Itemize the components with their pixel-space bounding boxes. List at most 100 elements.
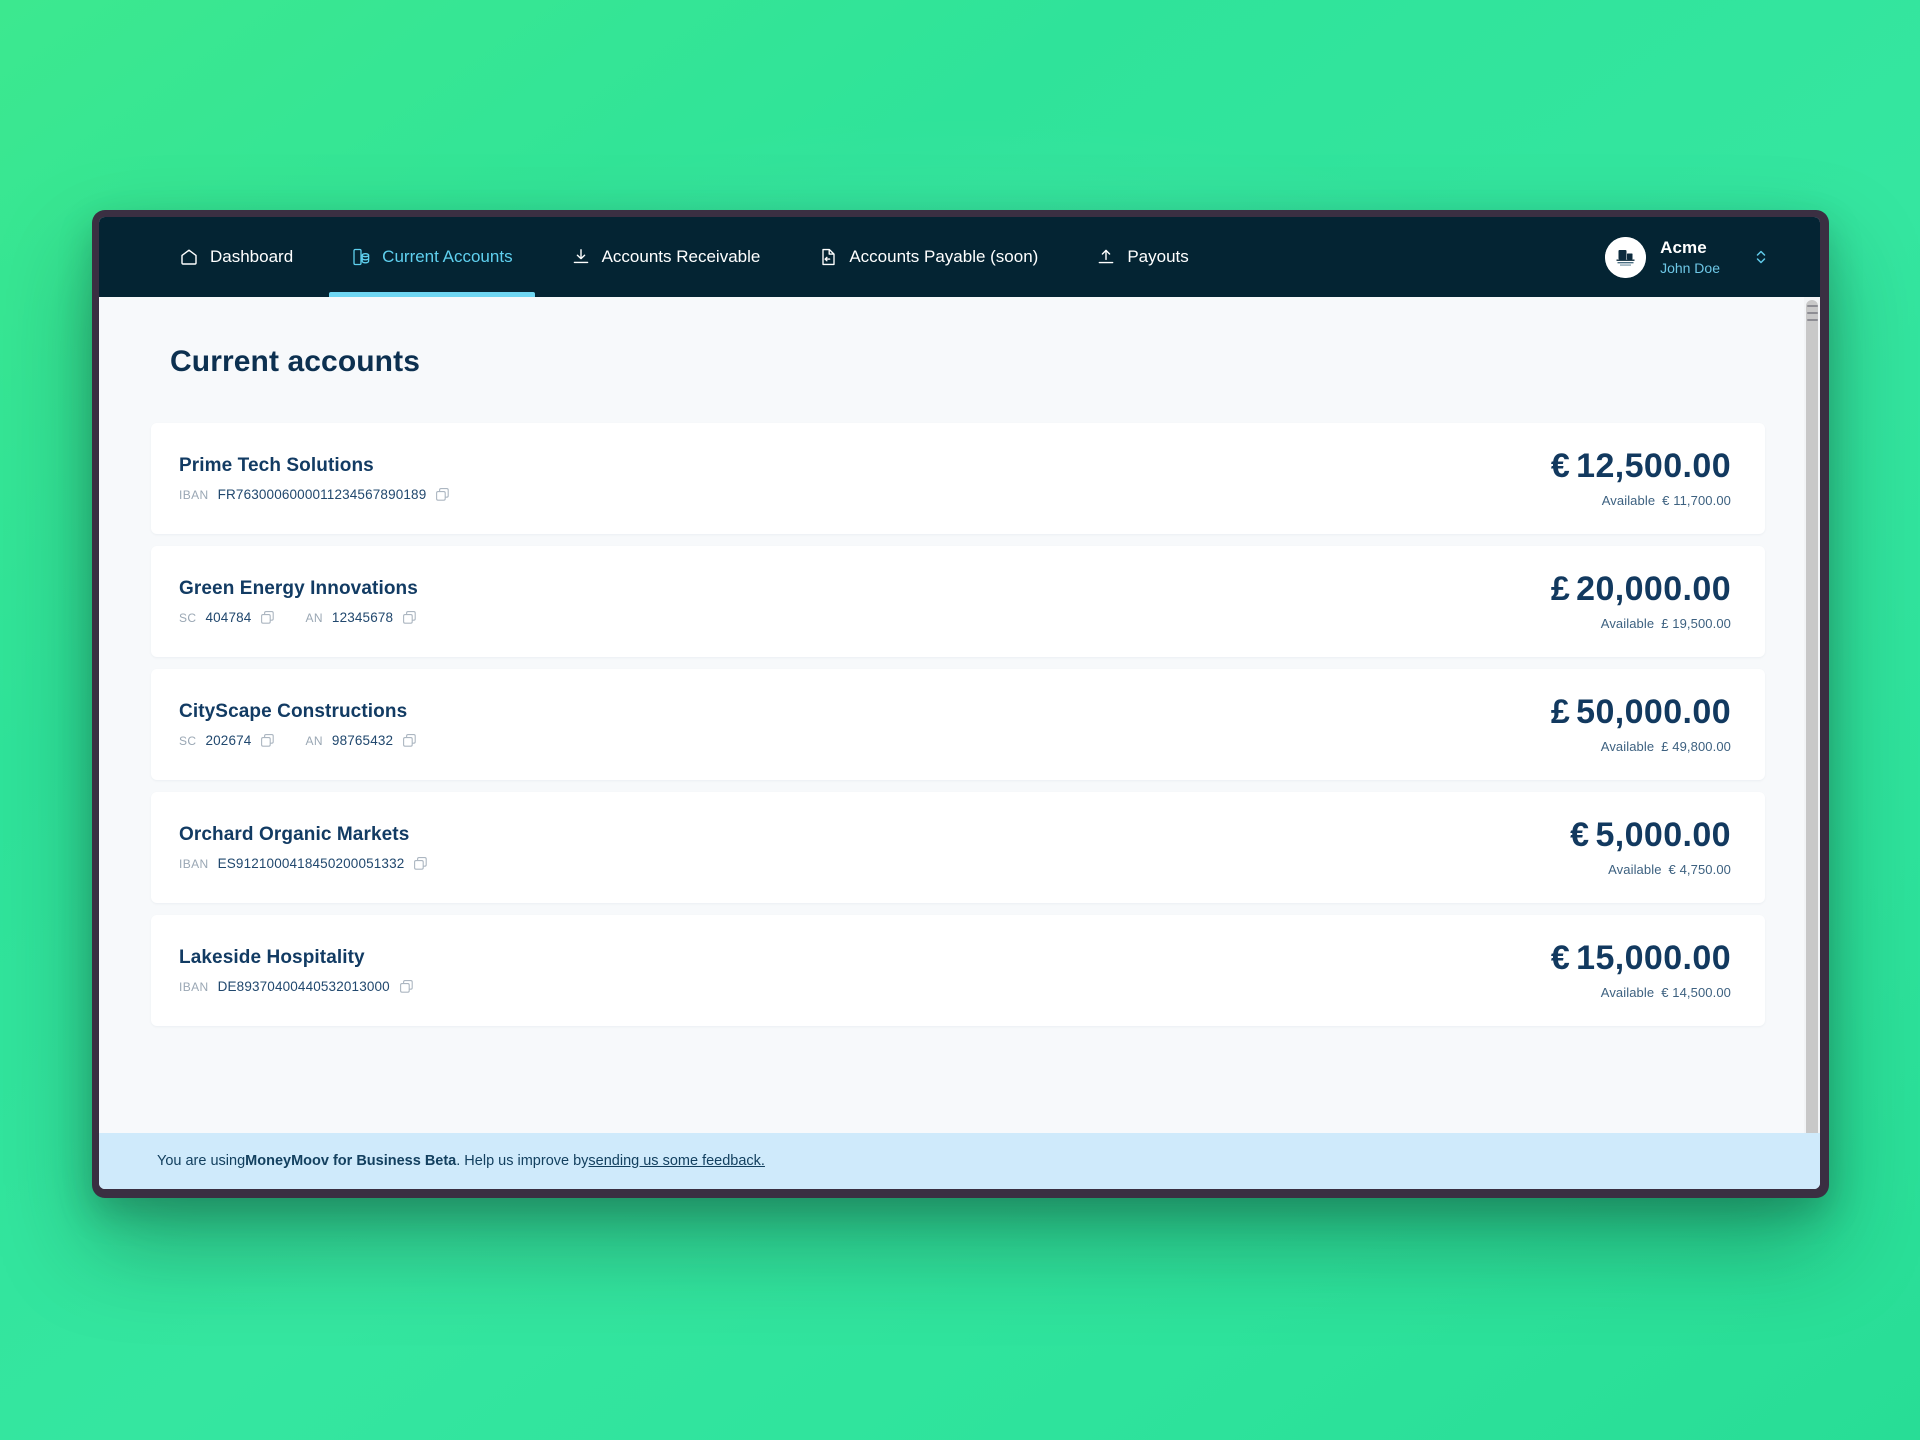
available-label: Available — [1608, 862, 1662, 878]
nav-item-label: Current Accounts — [382, 247, 513, 266]
chevron-updown-icon[interactable] — [1754, 246, 1768, 268]
identifier-group: IBAN DE89370400440532013000 — [179, 979, 414, 994]
accounts-icon — [351, 247, 371, 267]
nav-item-label: Accounts Receivable — [601, 247, 761, 266]
vertical-scrollbar[interactable] — [1804, 297, 1820, 1133]
account-card[interactable]: Prime Tech Solutions IBAN FR763000600001… — [151, 423, 1765, 534]
available-amount: 19,500.00 — [1672, 616, 1731, 632]
available-currency: £ — [1661, 739, 1669, 755]
identifier-label: SC — [179, 610, 197, 625]
balance-amount: 15,000.00 — [1576, 938, 1731, 977]
account-details: Green Energy Innovations SC 404784 AN 12… — [179, 578, 1551, 625]
document-icon — [818, 247, 838, 267]
balance-currency: £ — [1550, 569, 1571, 608]
account-identifiers: IBAN FR7630006000011234567890189 — [179, 487, 1551, 502]
download-icon — [571, 247, 591, 267]
identifier-label: SC — [179, 733, 197, 748]
identifier-group: IBAN FR7630006000011234567890189 — [179, 487, 450, 502]
profile-text: Acme John Doe — [1660, 237, 1720, 278]
account-balance: €12,500.00 — [1550, 446, 1731, 485]
account-card[interactable]: CityScape Constructions SC 202674 AN 987… — [151, 669, 1765, 780]
copy-icon[interactable] — [413, 856, 428, 871]
top-navigation-bar: Dashboard Current Accounts Accounts Rece… — [99, 217, 1820, 297]
nav-item-label: Dashboard — [210, 247, 294, 266]
app-window-content: Dashboard Current Accounts Accounts Rece… — [99, 217, 1820, 1189]
identifier-value: ES9121000418450200051332 — [217, 856, 405, 871]
identifier-value: DE89370400440532013000 — [217, 979, 390, 994]
nav-item-dashboard[interactable]: Dashboard — [157, 217, 315, 297]
identifier-group: AN 12345678 — [305, 610, 417, 625]
upload-icon — [1096, 247, 1116, 267]
identifier-group: SC 202674 — [179, 733, 275, 748]
nav-item-accounts-payable[interactable]: Accounts Payable (soon) — [796, 217, 1060, 297]
account-available: Available £ 49,800.00 — [1551, 739, 1731, 754]
identifier-label: AN — [305, 733, 323, 748]
balance-currency: £ — [1550, 692, 1571, 731]
accounts-list: Prime Tech Solutions IBAN FR763000600001… — [99, 423, 1820, 1026]
account-balance-block: £50,000.00 Available £ 49,800.00 — [1550, 692, 1731, 755]
balance-amount: 20,000.00 — [1576, 569, 1731, 608]
account-card[interactable]: Orchard Organic Markets IBAN ES912100041… — [151, 792, 1765, 903]
nav-items: Dashboard Current Accounts Accounts Rece… — [99, 217, 1211, 297]
account-identifiers: IBAN DE89370400440532013000 — [179, 979, 1551, 994]
available-currency: € — [1668, 862, 1676, 878]
account-identifiers: SC 202674 AN 98765432 — [179, 733, 1551, 748]
account-details: CityScape Constructions SC 202674 AN 987… — [179, 701, 1551, 748]
account-details: Lakeside Hospitality IBAN DE893704004405… — [179, 947, 1551, 994]
balance-currency: € — [1550, 446, 1571, 485]
available-currency: € — [1662, 493, 1670, 509]
account-name: CityScape Constructions — [179, 701, 408, 722]
scrollbar-grip-icon — [1807, 305, 1818, 321]
copy-icon[interactable] — [260, 733, 275, 748]
account-card[interactable]: Green Energy Innovations SC 404784 AN 12… — [151, 546, 1765, 657]
account-identifiers: IBAN ES9121000418450200051332 — [179, 856, 1570, 871]
available-currency: € — [1661, 985, 1669, 1001]
app-window: Dashboard Current Accounts Accounts Rece… — [92, 210, 1829, 1198]
profile-user: John Doe — [1660, 259, 1720, 276]
copy-icon[interactable] — [399, 979, 414, 994]
identifier-label: AN — [305, 610, 323, 625]
account-balance: €5,000.00 — [1570, 815, 1731, 854]
available-label: Available — [1601, 493, 1656, 509]
available-currency: £ — [1661, 616, 1669, 632]
scrollbar-thumb[interactable] — [1806, 300, 1818, 1133]
account-identifiers: SC 404784 AN 12345678 — [179, 610, 1551, 625]
copy-icon[interactable] — [435, 487, 450, 502]
feedback-link[interactable]: sending us some feedback. — [588, 1153, 765, 1169]
available-amount: 11,700.00 — [1673, 493, 1731, 509]
balance-amount: 5,000.00 — [1595, 815, 1731, 854]
identifier-label: IBAN — [179, 487, 209, 502]
available-label: Available — [1600, 985, 1655, 1001]
account-details: Prime Tech Solutions IBAN FR763000600001… — [179, 455, 1551, 502]
beta-feedback-banner: You are using MoneyMoov for Business Bet… — [99, 1133, 1820, 1189]
account-card[interactable]: Lakeside Hospitality IBAN DE893704004405… — [151, 915, 1765, 1026]
copy-icon[interactable] — [402, 610, 417, 625]
nav-item-label: Payouts — [1127, 247, 1189, 266]
copy-icon[interactable] — [260, 610, 275, 625]
balance-amount: 12,500.00 — [1576, 446, 1731, 485]
nav-item-current-accounts[interactable]: Current Accounts — [329, 217, 535, 297]
nav-item-payouts[interactable]: Payouts — [1074, 217, 1210, 297]
account-details: Orchard Organic Markets IBAN ES912100041… — [179, 824, 1570, 871]
nav-item-accounts-receivable[interactable]: Accounts Receivable — [549, 217, 783, 297]
account-balance: €15,000.00 — [1550, 938, 1731, 977]
account-balance: £50,000.00 — [1550, 692, 1731, 731]
account-available: Available £ 19,500.00 — [1551, 616, 1731, 631]
profile-menu[interactable]: Acme John Doe — [1605, 217, 1820, 297]
content-scroll-area: Current accounts Prime Tech Solutions IB… — [99, 297, 1820, 1026]
banner-text-before: You are using — [157, 1153, 246, 1169]
identifier-label: IBAN — [179, 979, 209, 994]
available-label: Available — [1600, 616, 1655, 632]
identifier-group: IBAN ES9121000418450200051332 — [179, 856, 428, 871]
identifier-value: FR7630006000011234567890189 — [217, 487, 427, 502]
nav-item-label: Accounts Payable (soon) — [849, 247, 1039, 266]
avatar — [1605, 236, 1647, 278]
account-available: Available € 4,750.00 — [1570, 862, 1731, 877]
identifier-value: 404784 — [205, 610, 252, 625]
account-name: Lakeside Hospitality — [179, 947, 365, 968]
account-available: Available € 14,500.00 — [1551, 985, 1731, 1000]
balance-currency: € — [1550, 938, 1571, 977]
available-label: Available — [1600, 739, 1655, 755]
copy-icon[interactable] — [402, 733, 417, 748]
